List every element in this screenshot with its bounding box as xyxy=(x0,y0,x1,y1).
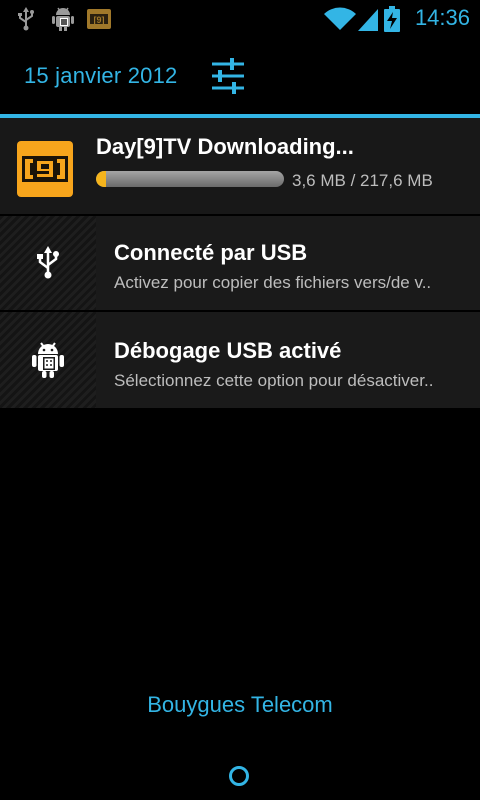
notification-title: Day[9]TV Downloading... xyxy=(96,134,354,159)
usb-debugging-notification[interactable]: Débogage USB activé Sélectionnez cette o… xyxy=(0,312,480,408)
settings-sliders-icon xyxy=(208,58,248,100)
clock: 14:36 xyxy=(414,5,470,30)
day9-app-icon xyxy=(17,141,73,197)
usb-connected-notification[interactable]: Connecté par USB Activez pour copier des… xyxy=(0,216,480,310)
battery-charging-icon xyxy=(382,6,402,32)
android-debug-icon xyxy=(50,6,76,32)
usb-icon xyxy=(14,6,38,32)
date-label: 15 janvier 2012 xyxy=(24,63,178,88)
signal-icon xyxy=(358,6,378,32)
progress-fill xyxy=(96,171,106,187)
drag-handle[interactable] xyxy=(229,766,249,786)
carrier-label: Bouygues Telecom xyxy=(147,692,333,717)
notification-title: Débogage USB activé xyxy=(114,338,342,363)
settings-button[interactable] xyxy=(208,56,248,96)
notification-header: 15 janvier 2012 xyxy=(0,38,480,114)
progress-text: 3,6 MB / 217,6 MB xyxy=(292,171,433,190)
wifi-icon xyxy=(322,6,358,32)
notification-subtitle: Sélectionnez cette option pour désactive… xyxy=(114,371,434,390)
svg-text:[9]: [9] xyxy=(94,15,105,25)
notification-title: Connecté par USB xyxy=(114,240,308,265)
notification-subtitle: Activez pour copier des fichiers vers/de… xyxy=(114,273,432,292)
usb-icon xyxy=(28,243,68,283)
download-notification[interactable]: Day[9]TV Downloading... 3,6 MB / 217,6 M… xyxy=(0,118,480,214)
day9-app-icon: [9] xyxy=(86,6,112,32)
download-progress-bar xyxy=(96,171,284,187)
status-bar: [9] 14:36 xyxy=(0,0,480,38)
android-debug-icon xyxy=(28,340,68,380)
